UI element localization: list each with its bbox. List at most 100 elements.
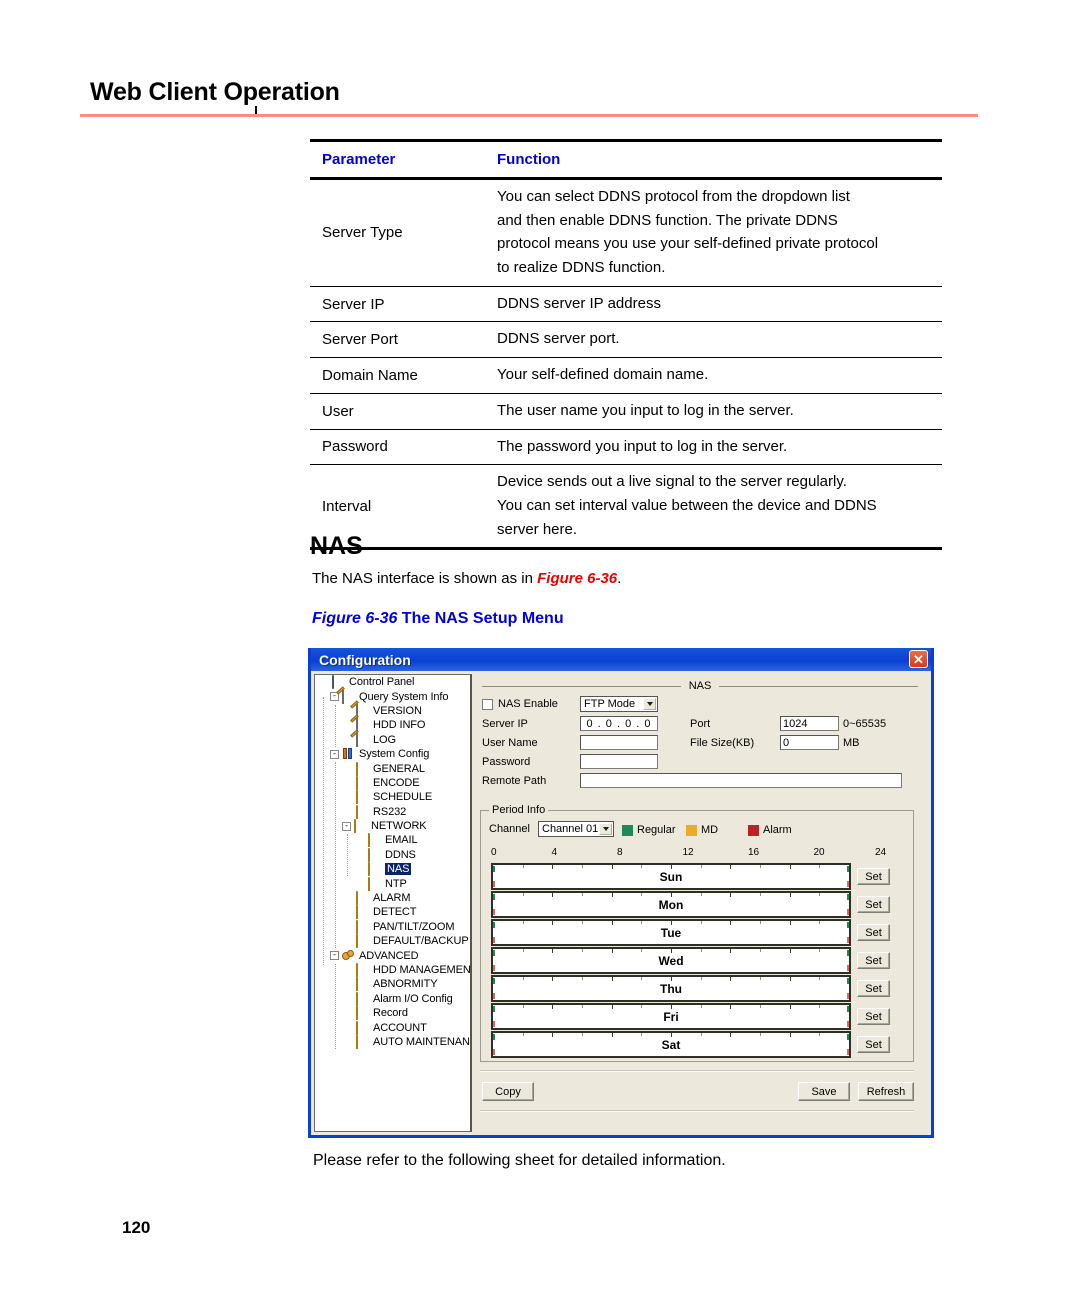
parameter-table: Parameter Function Server Type You can se… bbox=[310, 139, 942, 551]
set-button-thu[interactable]: Set bbox=[857, 980, 890, 997]
timeline-tick bbox=[611, 921, 613, 925]
regular-marker bbox=[493, 950, 495, 956]
window-titlebar[interactable]: Configuration ✕ bbox=[311, 648, 931, 671]
copy-button[interactable]: Copy bbox=[482, 1082, 534, 1101]
tree-item-ddns[interactable]: DDNS bbox=[315, 847, 470, 862]
tree-item-version[interactable]: VERSION bbox=[315, 703, 470, 718]
tree-item-hdd-info[interactable]: HDD INFO bbox=[315, 718, 470, 733]
tree-item-ntp[interactable]: NTP bbox=[315, 876, 470, 891]
table-row: User The user name you input to log in th… bbox=[310, 393, 942, 430]
tree-item-network[interactable]: - NETWORK bbox=[315, 819, 470, 834]
tree-item-nas[interactable]: NAS bbox=[315, 862, 470, 877]
navigation-tree[interactable]: Control Panel - Query System Info VERSION HD… bbox=[314, 674, 472, 1132]
divider-bottom bbox=[480, 1110, 914, 1112]
folder-icon bbox=[356, 1020, 370, 1035]
channel-select[interactable]: Channel 01 bbox=[538, 821, 614, 837]
tree-expander-icon[interactable]: - bbox=[330, 951, 339, 961]
save-button[interactable]: Save bbox=[798, 1082, 850, 1101]
chevron-down-icon[interactable] bbox=[643, 698, 656, 710]
alarm-marker bbox=[493, 993, 495, 999]
tree-item-log[interactable]: LOG bbox=[315, 732, 470, 747]
folder-icon-glyph bbox=[356, 919, 358, 934]
set-button-sat[interactable]: Set bbox=[857, 1036, 890, 1053]
folder-icon-glyph bbox=[356, 1006, 358, 1021]
tree-expander-icon[interactable]: - bbox=[342, 821, 351, 831]
nas-enable-checkbox[interactable] bbox=[482, 698, 493, 710]
timeline-tick bbox=[730, 1033, 732, 1037]
timeline-fri[interactable]: Fri bbox=[491, 1003, 851, 1030]
tree-item-abnormity[interactable]: ABNORMITY bbox=[315, 977, 470, 992]
tree-item-detect[interactable]: DETECT bbox=[315, 905, 470, 920]
day-label: Tue bbox=[660, 925, 682, 940]
set-button-sun[interactable]: Set bbox=[857, 868, 890, 885]
folder-icon bbox=[356, 804, 370, 819]
file-size-input[interactable]: 0 bbox=[780, 735, 839, 750]
folder-icon-glyph bbox=[368, 847, 370, 862]
tree-item-record[interactable]: Record bbox=[315, 1006, 470, 1021]
set-button-fri[interactable]: Set bbox=[857, 1008, 890, 1025]
user-name-input[interactable] bbox=[580, 735, 658, 750]
page-title: Web Client Operation bbox=[90, 78, 340, 106]
timeline-tick bbox=[611, 1005, 613, 1009]
chevron-down-icon[interactable] bbox=[599, 823, 612, 835]
tree-item-alarm-i-o-config[interactable]: Alarm I/O Config bbox=[315, 991, 470, 1006]
tree-item-auto-maintenance[interactable]: AUTO MAINTENANCE bbox=[315, 1034, 470, 1049]
tree-item-label: ABNORMITY bbox=[373, 978, 438, 991]
timeline-tick bbox=[700, 893, 702, 896]
table-header-row: Parameter Function bbox=[310, 139, 942, 180]
set-button-mon[interactable]: Set bbox=[857, 896, 890, 913]
figure-reference: Figure 6-36 bbox=[537, 570, 618, 587]
timeline-tick bbox=[671, 921, 672, 925]
tree-item-email[interactable]: EMAIL bbox=[315, 833, 470, 848]
server-ip-input[interactable]: 0 . 0 . 0 . 0 bbox=[580, 716, 658, 731]
regular-marker bbox=[493, 978, 495, 984]
timeline-wed[interactable]: Wed bbox=[491, 947, 851, 974]
tree-item-general[interactable]: GENERAL bbox=[315, 761, 470, 776]
regular-marker bbox=[493, 1006, 495, 1012]
day-schedule-row: Mon Set bbox=[491, 891, 890, 918]
timeline-sun[interactable]: Sun bbox=[491, 863, 851, 890]
alarm-marker bbox=[493, 1021, 495, 1027]
timeline-tick bbox=[730, 1005, 732, 1009]
timeline-mon[interactable]: Mon bbox=[491, 891, 851, 918]
cell-function-line: Your self-defined domain name. bbox=[497, 366, 709, 384]
timeline-sat[interactable]: Sat bbox=[491, 1031, 851, 1058]
alarm-marker bbox=[847, 1021, 849, 1027]
nas-enable-label: NAS Enable bbox=[498, 698, 558, 710]
set-button-wed[interactable]: Set bbox=[857, 952, 890, 969]
tree-item-rs232[interactable]: RS232 bbox=[315, 804, 470, 819]
port-input[interactable]: 1024 bbox=[780, 716, 839, 731]
timeline-thu[interactable]: Thu bbox=[491, 975, 851, 1002]
tree-item-label: EMAIL bbox=[385, 834, 418, 847]
tree-item-encode[interactable]: ENCODE bbox=[315, 775, 470, 790]
tree-item-alarm[interactable]: ALARM bbox=[315, 891, 470, 906]
mode-select[interactable]: FTP Mode bbox=[580, 696, 658, 712]
tools-icon bbox=[342, 748, 356, 760]
tree-item-account[interactable]: ACCOUNT bbox=[315, 1020, 470, 1035]
timeline-tick bbox=[760, 893, 761, 896]
timeline-tick bbox=[760, 921, 761, 924]
tree-item-pan-tilt-zoom[interactable]: PAN/TILT/ZOOM bbox=[315, 919, 470, 934]
legend-item-alarm: Alarm bbox=[748, 824, 792, 836]
tree-item-schedule[interactable]: SCHEDULE bbox=[315, 790, 470, 805]
tree-item-query-system-info[interactable]: - Query System Info bbox=[315, 689, 470, 704]
tree-item-system-config[interactable]: - System Config bbox=[315, 747, 470, 761]
timeline-tick bbox=[789, 865, 791, 869]
cell-parameter: Server Port bbox=[310, 321, 485, 359]
set-button-tue[interactable]: Set bbox=[857, 924, 890, 941]
remote-path-input[interactable] bbox=[580, 773, 902, 788]
folder-icon bbox=[356, 991, 370, 1006]
tree-item-hdd-management[interactable]: HDD MANAGEMENT bbox=[315, 963, 470, 977]
tree-item-advanced[interactable]: - ADVANCED bbox=[315, 948, 470, 962]
password-input[interactable] bbox=[580, 754, 658, 769]
tree-item-default-backup[interactable]: DEFAULT/BACKUP bbox=[315, 934, 470, 949]
timeline-tue[interactable]: Tue bbox=[491, 919, 851, 946]
axis-tick-label: 12 bbox=[682, 847, 694, 858]
refresh-button[interactable]: Refresh bbox=[858, 1082, 914, 1101]
tree-item-control-panel[interactable]: Control Panel bbox=[315, 675, 470, 690]
timeline-tick bbox=[671, 865, 672, 869]
timeline-tick bbox=[552, 893, 554, 897]
tree-expander-icon[interactable]: - bbox=[330, 749, 339, 759]
tree-item-label: DDNS bbox=[385, 848, 416, 861]
close-icon[interactable]: ✕ bbox=[909, 650, 928, 668]
